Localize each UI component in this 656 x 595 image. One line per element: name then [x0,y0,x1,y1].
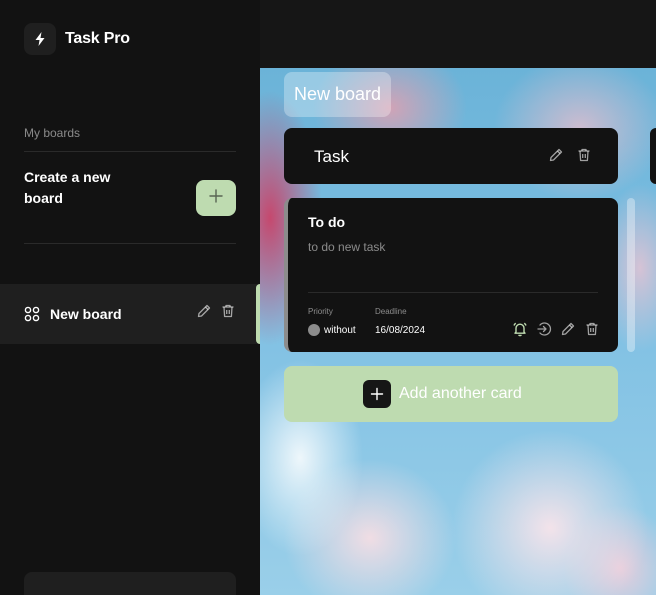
bell-icon[interactable] [512,321,528,342]
divider [24,243,236,244]
card-description: to do new task [308,240,386,254]
trash-icon[interactable] [220,303,236,324]
pencil-icon[interactable] [560,321,576,342]
sidebar-item-label: New board [50,306,122,322]
deadline-value: 16/08/2024 [375,325,426,336]
column-scrollbar[interactable] [627,198,635,352]
app-name: Task Pro [65,30,130,47]
trash-icon[interactable] [576,147,592,168]
four-circles-icon [24,306,40,327]
priority-dot [308,324,320,336]
my-boards-label: My boards [24,126,81,140]
column-title: Task [314,147,349,166]
add-card-button[interactable]: Add another card [284,366,618,422]
create-board-label: Create a new board [24,169,111,206]
sidebar-item-new-board[interactable]: New board [0,284,260,344]
plus-icon [363,380,391,408]
sidebar: Task Pro My boards Create a new board Ne… [0,0,260,595]
create-board-button[interactable] [196,180,236,216]
card-divider [308,292,598,293]
app-logo[interactable]: Task Pro [24,23,130,55]
move-arrow-icon[interactable] [536,321,552,342]
plus-icon [208,188,224,209]
card-title: To do [308,214,346,230]
column-header: Task [284,128,618,184]
priority-text: without [324,324,356,336]
pencil-icon[interactable] [196,303,212,324]
priority-value: without [308,324,356,336]
board-title: New board [284,72,392,117]
pencil-icon[interactable] [548,147,564,168]
next-column-edge [650,128,656,184]
deadline-label: Deadline [375,307,407,316]
header [260,0,656,68]
priority-label: Priority [308,307,333,316]
task-card[interactable]: To do to do new task Priority without De… [284,198,618,352]
help-panel [24,572,236,595]
trash-icon[interactable] [584,321,600,342]
add-card-label: Add another card [399,385,522,402]
lightning-icon [24,23,56,55]
divider [24,151,236,152]
